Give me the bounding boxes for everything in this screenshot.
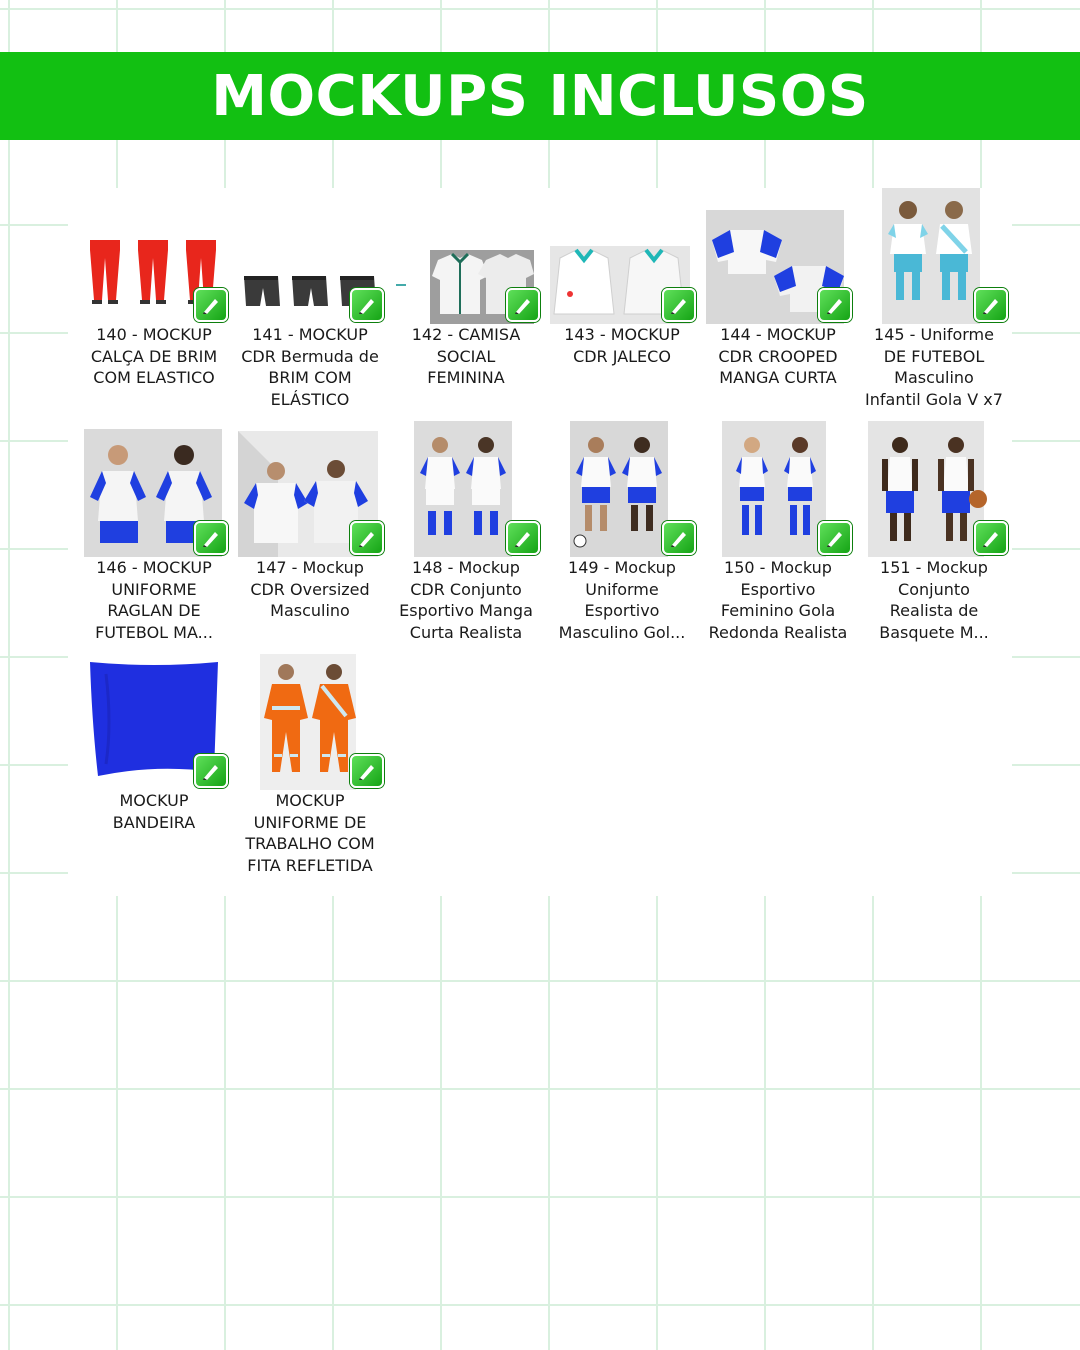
file-label: 146 - MOCKUP UNIFORME RAGLAN DE FUTEBOL … — [95, 558, 213, 642]
file-label: 149 - Mockup Uniforme Esportivo Masculin… — [558, 558, 686, 642]
file-label: 144 - MOCKUP CDR CROOPED MANGA CURTA — [718, 325, 838, 388]
file-item-145[interactable]: 145 - Uniforme DE FUTEBOL Masculino Infa… — [856, 188, 1012, 420]
coreldraw-file-icon — [194, 521, 228, 555]
page-title: MOCKUPS INCLUSOS — [211, 63, 869, 129]
file-label: 148 - Mockup CDR Conjunto Esportivo Mang… — [399, 558, 533, 642]
coreldraw-file-icon — [350, 754, 384, 788]
coreldraw-file-icon — [818, 288, 852, 322]
coreldraw-file-icon — [662, 521, 696, 555]
coreldraw-file-icon — [194, 288, 228, 322]
coreldraw-file-icon — [506, 288, 540, 322]
file-item-146[interactable]: 146 - MOCKUP UNIFORME RAGLAN DE FUTEBOL … — [76, 421, 232, 653]
file-label: 145 - Uniforme DE FUTEBOL Masculino Infa… — [865, 325, 1003, 409]
file-item-149[interactable]: 149 - Mockup Uniforme Esportivo Masculin… — [544, 421, 700, 653]
file-item-141[interactable]: 141 - MOCKUP CDR Bermuda de BRIM COM ELÁ… — [232, 188, 388, 420]
coreldraw-file-icon — [506, 521, 540, 555]
coreldraw-file-icon — [974, 288, 1008, 322]
file-explorer-panel: 140 - MOCKUP CALÇA DE BRIM COM ELASTICO … — [68, 188, 1012, 896]
coreldraw-file-icon — [818, 521, 852, 555]
file-label: 142 - CAMISA SOCIAL FEMININA — [411, 325, 521, 388]
file-label: 150 - Mockup Esportivo Feminino Gola Red… — [708, 558, 848, 642]
file-label: 151 - Mockup Conjunto Realista de Basque… — [879, 558, 989, 642]
file-item-bandeira[interactable]: MOCKUP BANDEIRA — [76, 654, 232, 886]
file-label: 147 - Mockup CDR Oversized Masculino — [250, 558, 370, 621]
file-item-147[interactable]: 147 - Mockup CDR Oversized Masculino — [232, 421, 388, 653]
file-item-uniforme-trabalho[interactable]: MOCKUP UNIFORME DE TRABALHO COM FITA REF… — [232, 654, 388, 886]
coreldraw-file-icon — [662, 288, 696, 322]
coreldraw-file-icon — [194, 754, 228, 788]
file-item-150[interactable]: 150 - Mockup Esportivo Feminino Gola Red… — [700, 421, 856, 653]
file-item-151[interactable]: 151 - Mockup Conjunto Realista de Basque… — [856, 421, 1012, 653]
header-banner: MOCKUPS INCLUSOS — [0, 52, 1080, 140]
file-label: MOCKUP BANDEIRA — [112, 791, 196, 832]
coreldraw-file-icon — [974, 521, 1008, 555]
file-label: 143 - MOCKUP CDR JALECO — [564, 325, 680, 366]
file-item-144[interactable]: 144 - MOCKUP CDR CROOPED MANGA CURTA — [700, 188, 856, 420]
file-label: MOCKUP UNIFORME DE TRABALHO COM FITA REF… — [245, 791, 375, 875]
coreldraw-file-icon — [350, 288, 384, 322]
file-item-143[interactable]: 143 - MOCKUP CDR JALECO — [544, 188, 700, 420]
file-label: 140 - MOCKUP CALÇA DE BRIM COM ELASTICO — [90, 325, 218, 388]
file-label: 141 - MOCKUP CDR Bermuda de BRIM COM ELÁ… — [241, 325, 379, 409]
file-item-142[interactable]: 142 - CAMISA SOCIAL FEMININA — [388, 188, 544, 420]
file-item-140[interactable]: 140 - MOCKUP CALÇA DE BRIM COM ELASTICO — [76, 188, 232, 420]
file-item-148[interactable]: 148 - Mockup CDR Conjunto Esportivo Mang… — [388, 421, 544, 653]
coreldraw-file-icon — [350, 521, 384, 555]
